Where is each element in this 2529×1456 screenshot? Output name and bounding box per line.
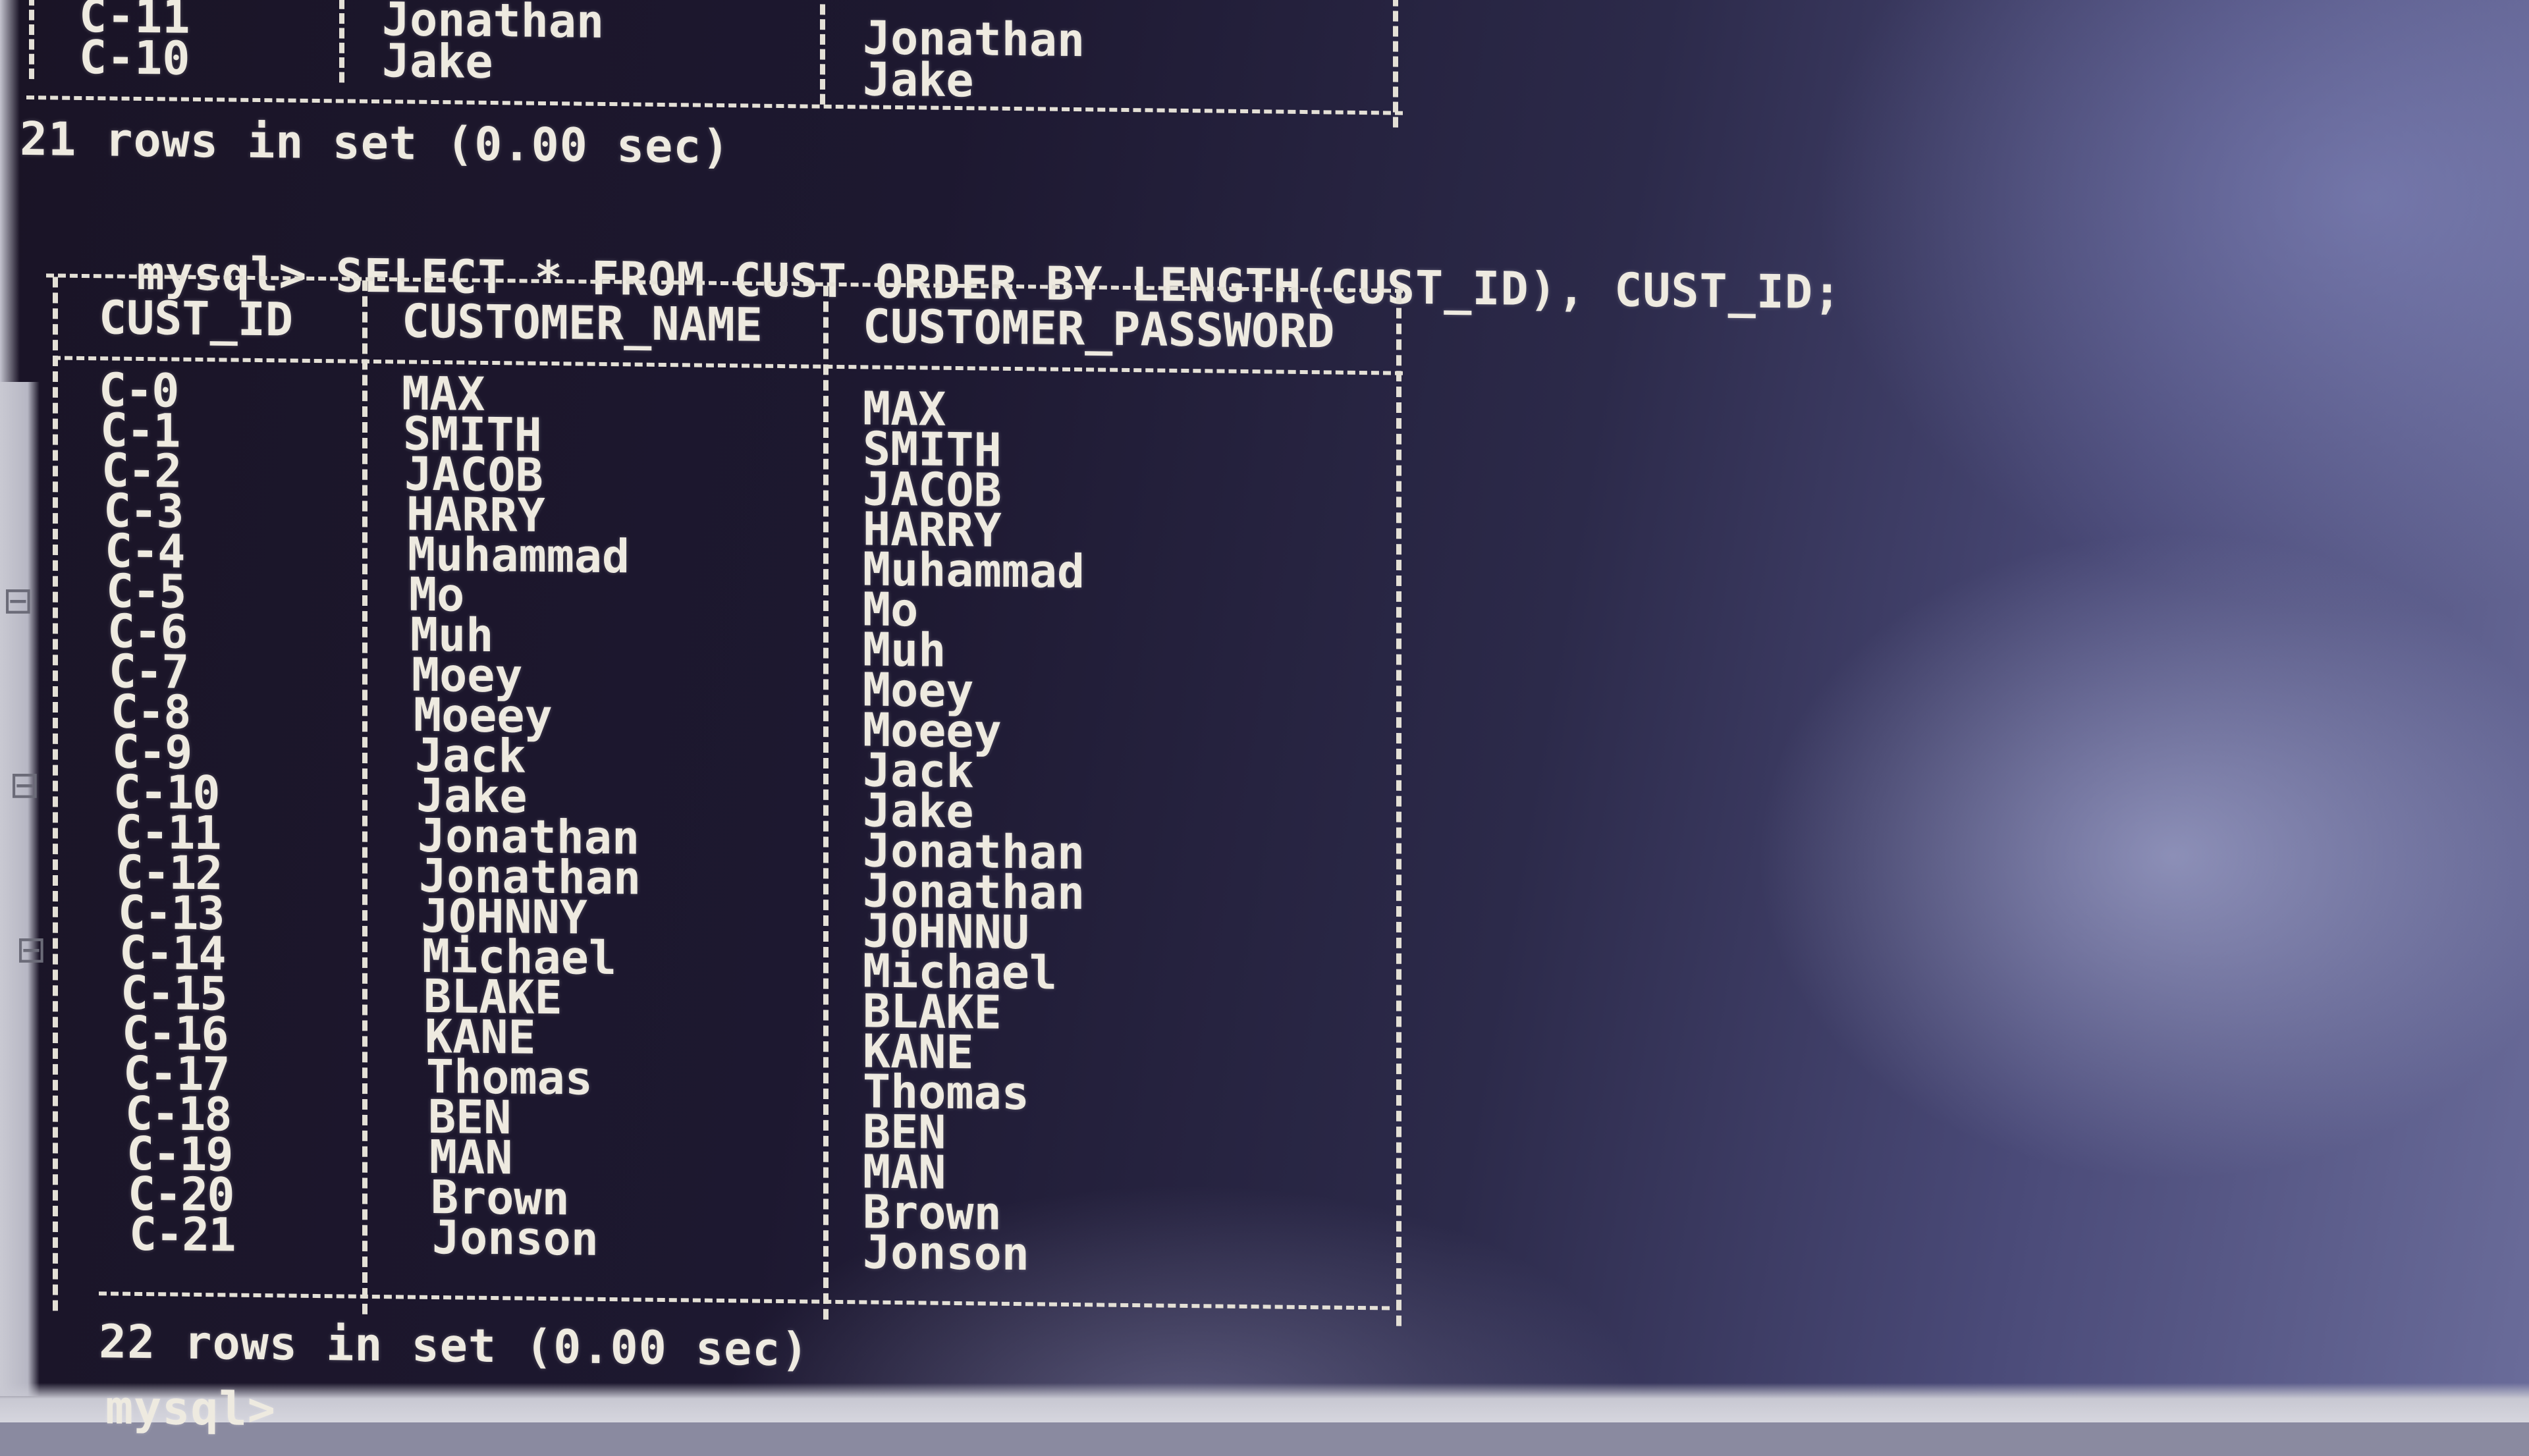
- table-row: C-8 Moeey Moeey: [26, 0, 2002, 758]
- table-right-border: [1396, 292, 1401, 1326]
- table-row: C-3 HARRY HARRY: [26, 0, 2002, 557]
- prev-table-border: [29, 0, 34, 80]
- table-left-border: [53, 277, 58, 1311]
- column-header-customer-password: CUSTOMER_PASSWORD: [863, 299, 1335, 359]
- table-column-divider: [823, 285, 829, 1320]
- table-bottom-border: [99, 1291, 1390, 1310]
- result-rows: C-0 MAX MAX C-1 SMITH SMITH C-2 JACOB JACOB C-3 HA…: [26, 0, 2002, 1281]
- table-column-divider: [362, 280, 367, 1314]
- prev-cell-id: C-10: [79, 30, 190, 86]
- table-row: C-6 Muh Muh: [26, 0, 2002, 677]
- cell-customer-password: Jonson: [863, 1225, 1029, 1281]
- table-row: C-0 MAX MAX: [26, 0, 2002, 437]
- next-prompt[interactable]: mysql>: [105, 1380, 276, 1436]
- column-header-customer-name: CUSTOMER_NAME: [402, 294, 763, 352]
- table-row: C-10 Jake Jake: [26, 0, 2002, 838]
- prev-cell-password: Jake: [863, 52, 974, 108]
- cell-customer-name: Jonson: [432, 1210, 599, 1266]
- table-row: C-12 Jonathan Jonathan: [26, 0, 2002, 921]
- header-separator: [53, 356, 1403, 375]
- table-row: C-5 Mo Mo: [26, 0, 2002, 637]
- table-row: C-11 Jonathan Jonathan: [26, 0, 2002, 880]
- table-row: C-16 KANE KANE: [26, 0, 2002, 1080]
- table-row: C-21 Jonson Jonson: [26, 0, 2002, 1281]
- table-row: C-19 MAN MAN: [26, 0, 2002, 1200]
- table-row: C-9 Jack Jack: [26, 0, 2002, 798]
- prev-row-count: 21 rows in set (0.00 sec): [20, 111, 730, 175]
- table-row: C-14 Michael Michael: [26, 0, 2002, 1000]
- background-window-edge: [0, 0, 20, 382]
- table-row: C-4 Muhammad Muhammad: [26, 0, 2002, 599]
- prev-cell-name: Jake: [382, 34, 493, 90]
- cell-cust-id: C-21: [129, 1206, 235, 1262]
- table-row: C-1 SMITH SMITH: [26, 0, 2002, 477]
- table-row: C-17 Thomas Thomas: [26, 0, 2002, 1121]
- table-row: C-13 JOHNNY JOHNNU: [26, 0, 2002, 960]
- prev-table-bottom-border: [26, 95, 1403, 115]
- mysql-terminal[interactable]: C-11 Jonathan Jonathan C-10 Jake Jake 21…: [20, 0, 2002, 1451]
- row-count: 22 rows in set (0.00 sec): [99, 1314, 809, 1377]
- table-row: C-18 BEN BEN: [26, 0, 2002, 1160]
- prev-table-border: [339, 0, 344, 83]
- prev-table-border: [820, 0, 825, 105]
- table-row: C-2 JACOB JACOB: [26, 0, 2002, 518]
- table-row: C-7 Moey Moey: [26, 0, 2002, 718]
- prev-table-border: [1393, 0, 1398, 128]
- table-row: C-20 Brown Brown: [26, 0, 2002, 1241]
- table-row: C-15 BLAKE BLAKE: [26, 0, 2002, 1040]
- column-header-cust-id: CUST_ID: [99, 290, 294, 347]
